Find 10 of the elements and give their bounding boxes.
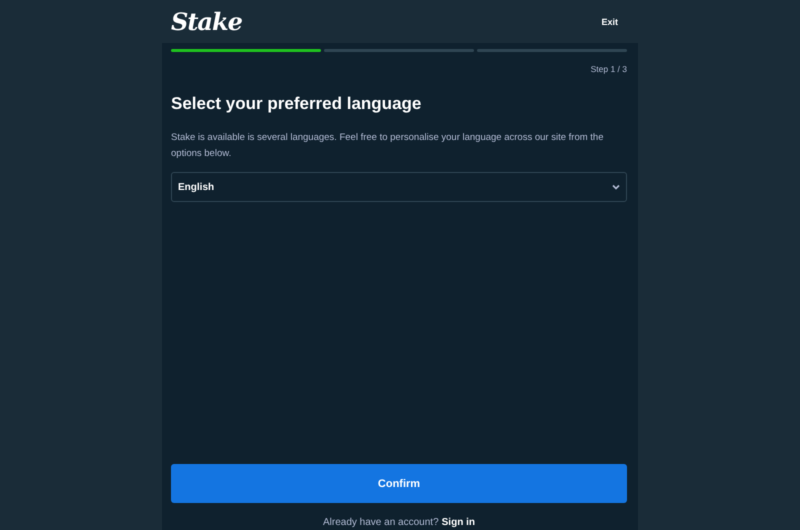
page-title: Select your preferred language [171,94,422,114]
description: Stake is available is several languages. Feel free to personalise your language across our site from the options below. [171,131,604,161]
language-select[interactable]: English [171,172,627,202]
step-label: Step 1 / 3 [590,64,627,74]
footer-text: Already have an account? [323,517,439,528]
exit-button[interactable]: Exit [601,16,618,26]
sign-in-link[interactable]: Sign in [442,517,475,528]
chevron-down-icon [612,184,620,190]
logo: Stake [171,7,242,36]
confirm-button[interactable]: Confirm [171,464,627,503]
